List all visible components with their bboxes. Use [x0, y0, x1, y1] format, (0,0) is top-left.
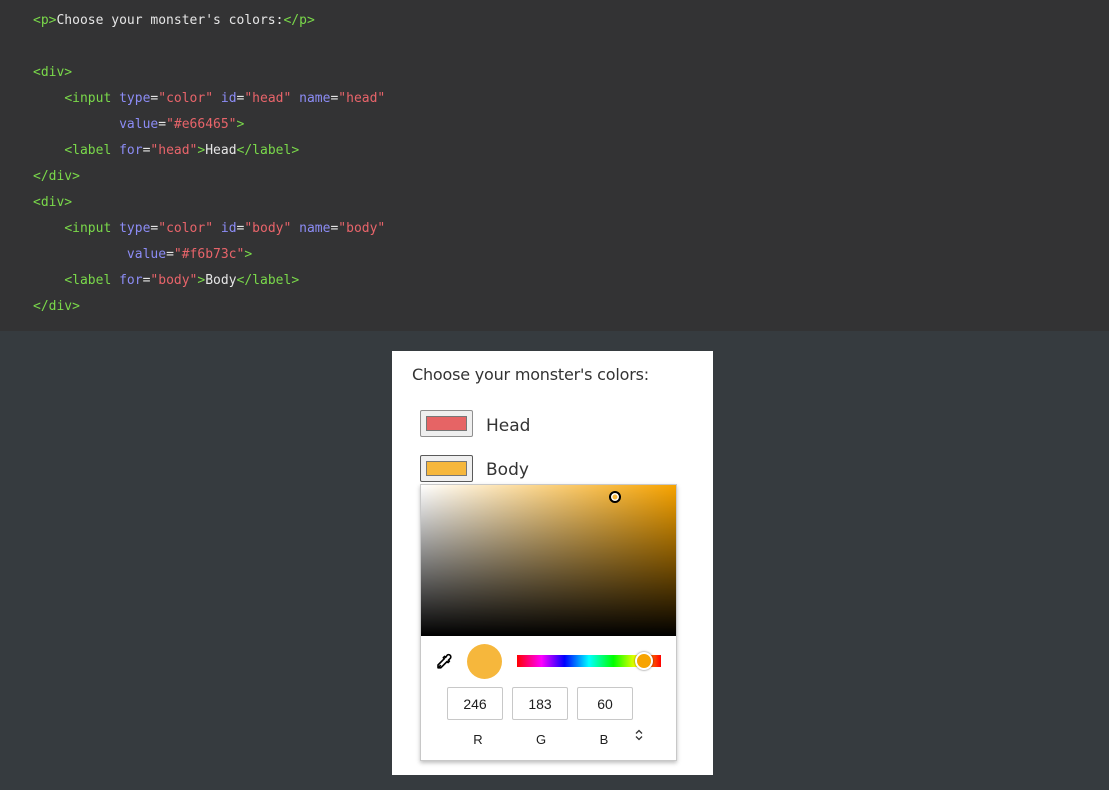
code-line: </div>: [33, 169, 80, 185]
code-token-tag: <div>: [33, 195, 73, 210]
code-token-attr: name: [299, 91, 331, 106]
code-token-str: "body": [338, 221, 386, 236]
code-line: <div>: [33, 65, 72, 81]
code-token-text: Head: [205, 143, 237, 158]
code-line: <input type="color" id="head" name="head…: [33, 91, 385, 107]
code-token-attr: type: [119, 221, 151, 236]
green-label: G: [535, 732, 547, 747]
code-token-tag: </label>: [236, 143, 300, 158]
blue-input[interactable]: [577, 687, 633, 720]
code-token-str: "color": [158, 221, 214, 236]
code-token-tag: </label>: [236, 273, 300, 288]
code-token-tag: >: [244, 247, 253, 262]
green-input[interactable]: [512, 687, 568, 720]
code-token-str: "body": [150, 273, 198, 288]
code-token-str: "#e66465": [166, 117, 237, 132]
code-token-text: Choose your monster's colors:: [56, 13, 284, 28]
code-token-attr: id: [220, 91, 237, 106]
code-token-str: "head": [244, 91, 292, 106]
blue-label: B: [599, 732, 609, 747]
code-token-tag: </div>: [33, 169, 80, 184]
code-token-attr: name: [299, 221, 331, 236]
code-token-tag: <label: [64, 273, 120, 288]
code-token-attr: for: [119, 143, 143, 158]
saturation-value-area[interactable]: [421, 485, 676, 636]
code-line: </div>: [33, 299, 80, 315]
color-picker-popup: R G B: [420, 484, 677, 761]
preview-prompt: Choose your monster's colors:: [412, 365, 649, 384]
code-panel: <p>Choose your monster's colors:</p> <div…: [0, 0, 1109, 331]
code-token-str: "color": [158, 91, 214, 106]
hue-slider-handle[interactable]: [634, 652, 653, 670]
code-token-attr: value: [126, 247, 167, 262]
body-color-fill: [426, 461, 467, 476]
code-line: <div>: [33, 195, 72, 211]
updown-chevron-icon[interactable]: [631, 729, 647, 747]
code-token-text: =: [158, 117, 167, 132]
code-token-attr: value: [119, 117, 159, 132]
code-token-tag: <input: [64, 91, 120, 106]
code-line: <label for="head">Head</label>: [33, 143, 299, 159]
code-token-tag: <p>: [33, 13, 57, 28]
code-token-attr: for: [119, 273, 143, 288]
body-color-input[interactable]: [420, 455, 473, 482]
code-token-tag: <div>: [33, 65, 73, 80]
body-label[interactable]: Body: [486, 460, 529, 480]
code-token-tag: </div>: [33, 299, 80, 314]
code-token-str: "head": [150, 143, 198, 158]
code-line: <input type="color" id="body" name="body…: [33, 221, 385, 237]
code-line: value="#f6b73c">: [33, 247, 252, 263]
code-token-tag: <label: [64, 143, 120, 158]
saturation-value-handle[interactable]: [608, 491, 621, 504]
code-token-tag: <input: [64, 221, 120, 236]
code-token-attr: id: [220, 221, 237, 236]
head-color-fill: [426, 416, 467, 431]
code-token-tag: </p>: [283, 13, 315, 28]
code-line: <p>Choose your monster's colors:</p>: [33, 13, 315, 29]
code-line: <label for="body">Body</label>: [33, 273, 299, 289]
code-line: value="#e66465">: [33, 117, 244, 133]
code-token-str: "body": [244, 221, 292, 236]
red-label: R: [473, 732, 483, 747]
code-token-attr: type: [119, 91, 151, 106]
current-color-swatch: [467, 644, 502, 679]
head-label[interactable]: Head: [486, 416, 530, 436]
code-token-tag: >: [236, 117, 245, 132]
red-input[interactable]: [447, 687, 503, 720]
code-token-text: Body: [205, 273, 237, 288]
head-color-input[interactable]: [420, 410, 473, 437]
code-token-text: =: [166, 247, 174, 262]
eyedropper-icon[interactable]: [435, 653, 453, 671]
code-token-str: "head": [338, 91, 386, 106]
hue-slider[interactable]: [517, 652, 661, 670]
code-token-str: "#f6b73c": [173, 247, 245, 262]
